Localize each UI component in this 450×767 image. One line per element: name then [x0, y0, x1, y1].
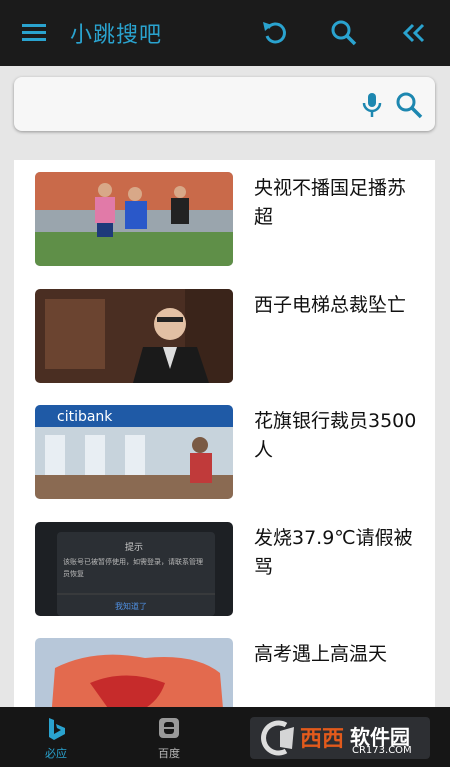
news-item[interactable]: 央视不播国足播苏超	[14, 160, 435, 266]
app-title: 小跳搜吧	[70, 23, 163, 48]
news-thumbnail	[35, 289, 233, 383]
search-input[interactable]	[26, 87, 360, 123]
news-item[interactable]: 提示 该账号已被暂停使用，如需登录，请联系管理员恢复 我知道了 发烧37.9℃请…	[14, 510, 435, 616]
news-item[interactable]: citibank 花旗银行裁员3500人	[14, 393, 435, 499]
news-thumbnail: 提示 该账号已被暂停使用，如需登录，请联系管理员恢复 我知道了	[35, 522, 233, 616]
thumb-dialog-body: 该账号已被暂停使用，如需登录，请联系管理员恢复	[63, 558, 203, 578]
microphone-icon[interactable]	[359, 91, 385, 119]
news-feed: 央视不播国足播苏超 西子电梯总裁坠亡 citibank 花旗银行裁员3500人 …	[14, 160, 435, 710]
double-chevron-left-icon[interactable]	[398, 17, 430, 49]
thumb-dialog-button: 我知道了	[115, 601, 147, 611]
watermark-domain: CR173.COM	[352, 745, 412, 756]
search-bar	[14, 77, 435, 131]
watermark-brand: 西西	[300, 727, 345, 752]
news-title: 花旗银行裁员3500人	[254, 410, 417, 461]
news-title: 央视不播国足播苏超	[254, 177, 407, 228]
tab-bing[interactable]: 必应	[26, 707, 86, 767]
news-title: 西子电梯总裁坠亡	[254, 294, 407, 316]
tab-label: 百度	[158, 747, 180, 760]
refresh-icon[interactable]	[259, 17, 291, 49]
search-icon[interactable]	[328, 17, 360, 49]
news-thumbnail	[35, 172, 233, 266]
search-submit-icon[interactable]	[394, 90, 424, 120]
thumb-bank-sign: citibank	[57, 409, 113, 425]
menu-icon[interactable]	[18, 18, 52, 48]
news-title: 发烧37.9℃请假被骂	[254, 527, 413, 578]
bing-icon	[46, 716, 68, 742]
tab-label: 必应	[45, 747, 67, 760]
top-app-bar: 小跳搜吧	[0, 0, 450, 66]
baidu-icon	[158, 716, 180, 740]
news-title: 高考遇上高温天	[254, 643, 388, 665]
news-item[interactable]: 高考遇上高温天	[14, 626, 435, 710]
tab-baidu[interactable]: 百度	[139, 707, 199, 767]
news-item[interactable]: 西子电梯总裁坠亡	[14, 277, 435, 383]
news-thumbnail: citibank	[35, 405, 233, 499]
thumb-dialog-title: 提示	[125, 542, 143, 553]
news-thumbnail	[35, 638, 233, 710]
bottom-nav: 必应 百度 西西 软件园 CR173.COM	[0, 707, 450, 767]
watermark-logo: 西西 软件园 CR173.COM	[250, 717, 430, 759]
